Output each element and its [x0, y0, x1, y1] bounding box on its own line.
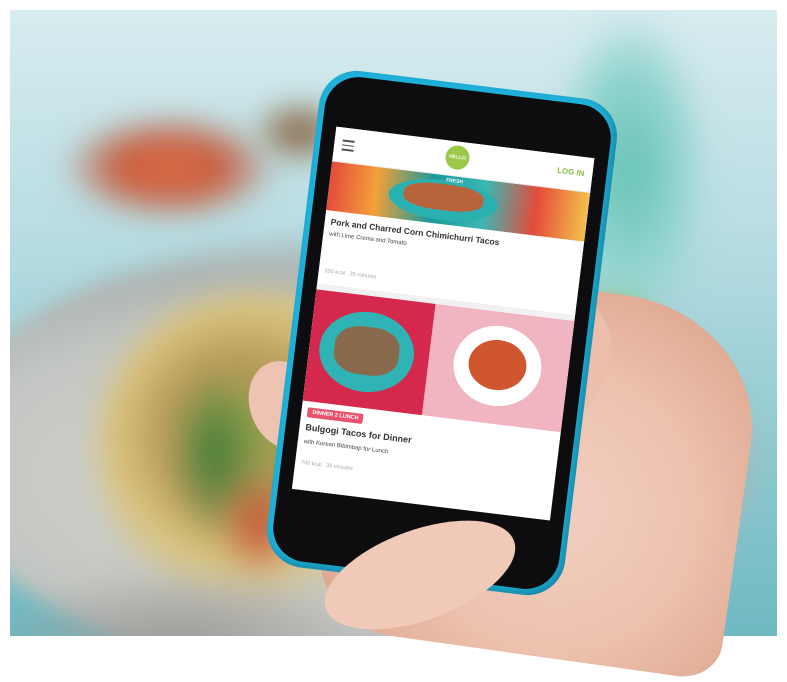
recipe-time: 35 minutes	[325, 462, 354, 473]
login-link[interactable]: LOG IN	[557, 166, 585, 178]
recipe-subtitle: with Korean Bibimbap for Lunch	[303, 438, 389, 456]
recipe-badge: DINNER 2 LUNCH	[306, 407, 364, 425]
salsa-bowl-blur	[65, 115, 275, 220]
smartphone: HELLO FRESH LOG IN Pork and Charred Corn…	[262, 66, 622, 600]
app-logo[interactable]: HELLO FRESH	[444, 144, 471, 185]
recipe-time: 35 minutes	[349, 271, 377, 281]
recipe-meta: 550 kcal 35 minutes	[324, 268, 376, 280]
hamburger-menu-icon[interactable]	[341, 139, 355, 152]
recipe-meta: 700 kcal 35 minutes	[301, 460, 353, 472]
recipe-calories: 550 kcal	[324, 268, 346, 277]
recipe-calories: 700 kcal	[300, 459, 322, 469]
phone-screen: HELLO FRESH LOG IN Pork and Charred Corn…	[291, 126, 595, 521]
